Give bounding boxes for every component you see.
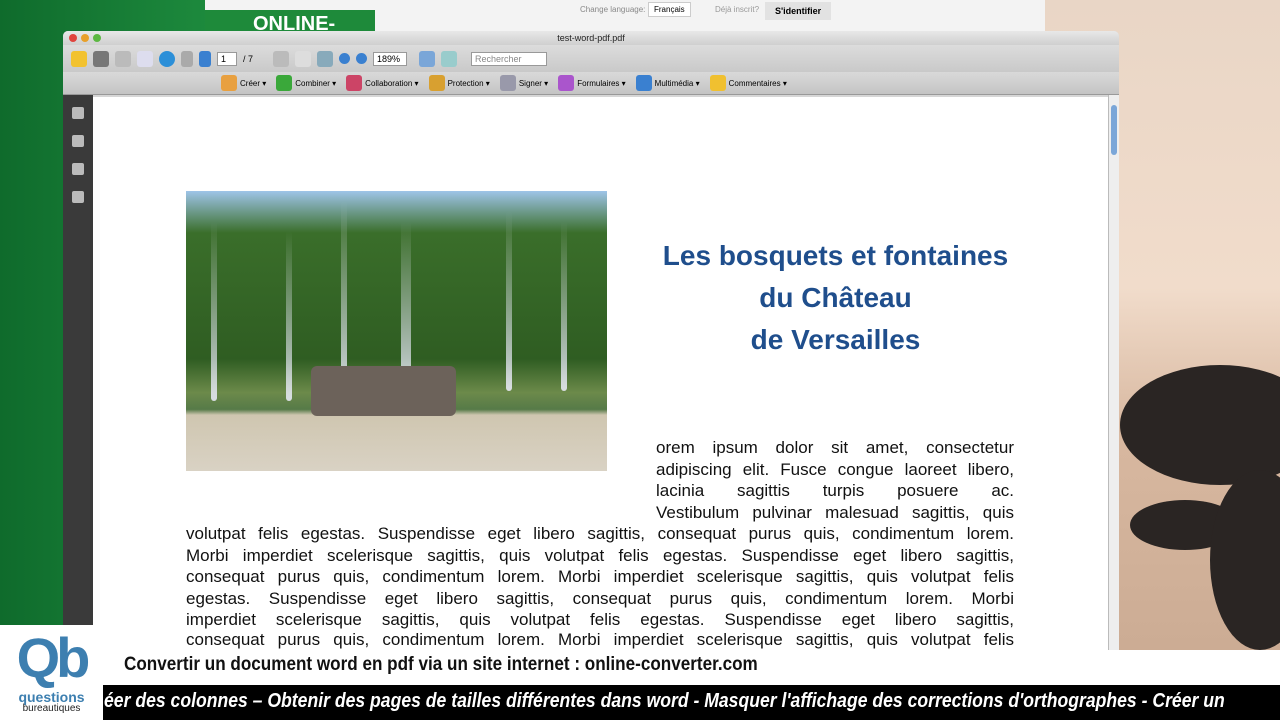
zoom-level-input[interactable]: 189%: [373, 51, 408, 66]
bookmarks-icon[interactable]: [72, 135, 84, 147]
already-registered-label: Déjà inscrit?: [715, 5, 760, 14]
language-select[interactable]: Français: [648, 2, 691, 17]
pen-icon: [499, 75, 516, 91]
print-icon[interactable]: [93, 50, 109, 67]
lock-icon: [428, 75, 445, 91]
next-page-icon[interactable]: [199, 50, 211, 67]
zoom-tool-icon[interactable]: [317, 50, 334, 67]
title-bar: test-word-pdf.pdf: [63, 31, 1119, 45]
ticker-text: éer des colonnes – Obtenir des pages de …: [104, 690, 1225, 712]
browser-page: ONLINE-CONVERT Change language: Français…: [205, 0, 1045, 34]
pdf-page: Les bosquets et fontaines du Château de …: [93, 97, 1108, 651]
navigation-panel: [63, 95, 93, 651]
body-line: Vestibulum pulvinar malesuad sagittis, q…: [656, 502, 1014, 522]
combine-menu[interactable]: Combiner ▾: [276, 75, 336, 91]
forms-menu[interactable]: Formulaires ▾: [558, 75, 626, 91]
fit-page-icon[interactable]: [441, 50, 458, 67]
body-line: egestas. Suspendisse eget libero sagitti…: [186, 588, 1014, 608]
comments-menu[interactable]: Commentaires ▾: [709, 75, 787, 91]
protection-menu[interactable]: Protection ▾: [428, 75, 490, 91]
multimedia-icon: [635, 75, 652, 91]
save-icon[interactable]: [115, 50, 131, 67]
multimedia-menu[interactable]: Multimédia ▾: [635, 75, 700, 91]
page-number-input[interactable]: 1: [217, 51, 237, 66]
close-button[interactable]: [69, 34, 77, 42]
zoom-button[interactable]: [93, 34, 101, 42]
body-line: consequat purus quis, condimentum lorem.…: [186, 630, 1014, 649]
body-line: adipiscing elit. Fusce congue laoreet li…: [656, 459, 1014, 479]
signatures-icon[interactable]: [72, 191, 84, 203]
vertical-scrollbar[interactable]: [1108, 95, 1119, 651]
scrollbar-thumb[interactable]: [1111, 105, 1117, 155]
title-line: Les bosquets et fontaines: [662, 240, 1009, 271]
fountain-photo: [186, 191, 607, 471]
channel-logo: Qb questions bureautiques: [0, 625, 103, 720]
create-icon: [221, 75, 237, 91]
document-title: Les bosquets et fontaines du Château de …: [633, 235, 1038, 361]
title-line: du Château: [759, 282, 912, 313]
pdf-window: test-word-pdf.pdf 1 / 7 189% Rechercher …: [63, 31, 1119, 651]
ticker-bar: éer des colonnes – Obtenir des pages de …: [0, 685, 1280, 720]
collaboration-icon: [346, 75, 363, 91]
minimize-button[interactable]: [81, 34, 89, 42]
video-caption: Convertir un document word en pdf via un…: [124, 654, 758, 675]
form-icon: [558, 75, 575, 91]
title-line: de Versailles: [750, 324, 921, 355]
login-button[interactable]: S'identifier: [765, 2, 832, 20]
logo-mark: Qb: [16, 626, 91, 689]
caption-bar: Convertir un document word en pdf via un…: [0, 650, 1280, 685]
body-line: volutpat felis egestas. Suspendisse eget…: [186, 524, 1014, 543]
main-toolbar: 1 / 7 189% Rechercher: [63, 45, 1119, 72]
sign-menu[interactable]: Signer ▾: [499, 75, 548, 91]
page-total: / 7: [243, 53, 254, 64]
create-menu[interactable]: Créer ▾: [221, 75, 266, 91]
combine-icon: [276, 75, 293, 91]
logo-line1: questions: [18, 689, 85, 705]
hand-tool-icon[interactable]: [295, 50, 312, 67]
body-line: imperdiet scelerisque sagittis, quis vol…: [186, 610, 1014, 629]
open-folder-icon[interactable]: [71, 50, 87, 67]
search-input[interactable]: Rechercher: [471, 51, 548, 66]
body-line: Morbi imperdiet scelerisque sagittis, qu…: [186, 545, 1014, 565]
zoom-out-icon[interactable]: [339, 53, 351, 64]
fit-width-icon[interactable]: [419, 50, 436, 67]
web-icon[interactable]: [159, 50, 175, 67]
pages-icon[interactable]: [72, 107, 84, 119]
previous-page-icon[interactable]: [181, 50, 193, 67]
email-icon[interactable]: [137, 50, 153, 67]
body-line: lacinia sagittis turpis posuere ac.: [656, 481, 1014, 500]
logo-line2: bureautiques: [22, 703, 81, 714]
body-line: orem ipsum dolor sit amet, consectetur: [656, 438, 1014, 457]
zoom-in-icon[interactable]: [356, 53, 368, 64]
comment-icon: [709, 75, 726, 91]
tasks-toolbar: Créer ▾ Combiner ▾ Collaboration ▾ Prote…: [63, 72, 1119, 95]
collaboration-menu[interactable]: Collaboration ▾: [346, 75, 419, 91]
body-line: consequat purus quis, condimentum lorem.…: [186, 567, 1014, 586]
window-title: test-word-pdf.pdf: [557, 33, 625, 43]
change-language-label: Change language:: [580, 5, 646, 14]
select-tool-icon[interactable]: [273, 50, 290, 67]
layers-icon[interactable]: [72, 163, 84, 175]
